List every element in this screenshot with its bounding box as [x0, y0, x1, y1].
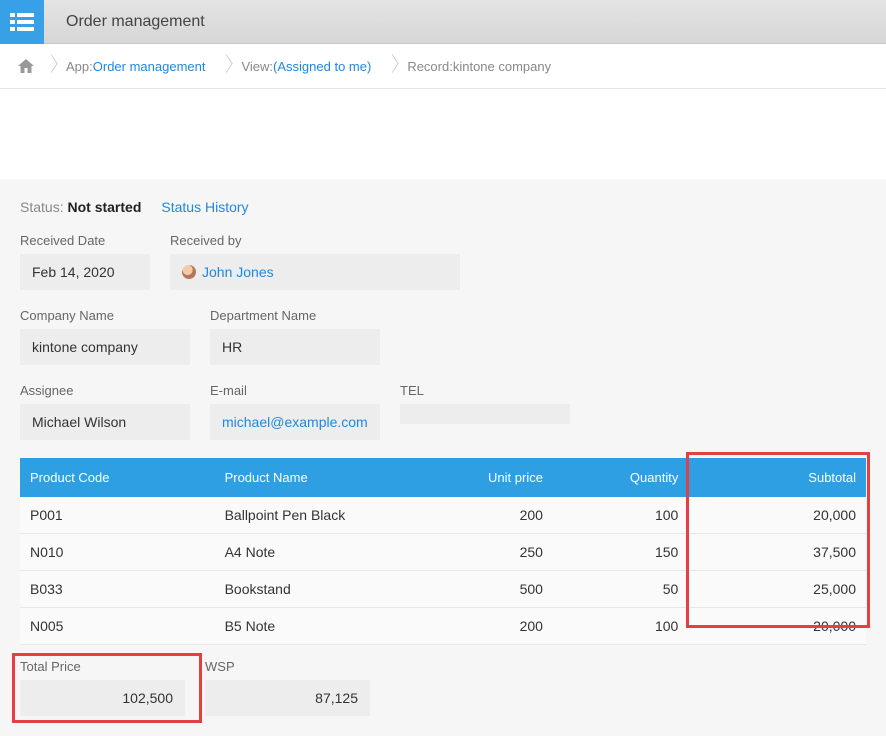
received-by-value[interactable]: John Jones	[170, 254, 460, 290]
department-name-value: HR	[210, 329, 380, 365]
received-date-value: Feb 14, 2020	[20, 254, 150, 290]
app-icon[interactable]	[0, 0, 44, 44]
cell-code: P001	[20, 497, 215, 534]
email-value[interactable]: michael@example.com	[210, 404, 380, 440]
field-received-by: Received by John Jones	[170, 233, 460, 290]
chevron-right-icon	[46, 54, 54, 78]
col-product-name: Product Name	[215, 458, 418, 497]
status-label: Status:	[20, 199, 64, 215]
cell-quantity: 50	[553, 571, 688, 608]
wsp-value: 87,125	[205, 680, 370, 716]
field-email: E-mail michael@example.com	[210, 383, 380, 440]
cell-quantity: 100	[553, 608, 688, 645]
field-company-name: Company Name kintone company	[20, 308, 190, 365]
breadcrumb-app-link[interactable]: Order management	[93, 59, 206, 74]
field-wsp: WSP 87,125	[205, 659, 370, 716]
cell-name: Bookstand	[215, 571, 418, 608]
received-date-label: Received Date	[20, 233, 150, 248]
breadcrumb-view[interactable]: View: (Assigned to me)	[235, 54, 381, 78]
table-row: N010 A4 Note 250 150 37,500	[20, 534, 866, 571]
cell-quantity: 150	[553, 534, 688, 571]
wsp-label: WSP	[205, 659, 370, 674]
tel-value	[400, 404, 570, 424]
col-subtotal: Subtotal	[688, 458, 866, 497]
field-tel: TEL	[400, 383, 570, 440]
status-row: Status: Not started Status History	[20, 199, 866, 233]
status-history-link[interactable]: Status History	[161, 199, 248, 215]
cell-code: B033	[20, 571, 215, 608]
chevron-right-icon	[221, 54, 229, 78]
breadcrumb-record: Record: kintone company	[401, 54, 561, 78]
department-name-label: Department Name	[210, 308, 380, 323]
cell-unit-price: 250	[418, 534, 553, 571]
table-header-row: Product Code Product Name Unit price Qua…	[20, 458, 866, 497]
received-by-label: Received by	[170, 233, 460, 248]
breadcrumb-record-prefix: Record:	[407, 59, 453, 74]
assignee-label: Assignee	[20, 383, 190, 398]
products-table: Product Code Product Name Unit price Qua…	[20, 458, 866, 645]
table-row: B033 Bookstand 500 50 25,000	[20, 571, 866, 608]
company-name-value: kintone company	[20, 329, 190, 365]
home-icon[interactable]	[18, 59, 34, 73]
total-price-label: Total Price	[20, 659, 185, 674]
cell-unit-price: 200	[418, 608, 553, 645]
cell-subtotal: 20,000	[688, 608, 866, 645]
breadcrumb-view-link[interactable]: (Assigned to me)	[273, 59, 371, 74]
breadcrumb-app[interactable]: App: Order management	[60, 54, 215, 78]
cell-subtotal: 37,500	[688, 534, 866, 571]
toolbar-spacer	[0, 89, 886, 179]
cell-unit-price: 200	[418, 497, 553, 534]
field-department-name: Department Name HR	[210, 308, 380, 365]
cell-subtotal: 25,000	[688, 571, 866, 608]
breadcrumb-record-name: kintone company	[453, 59, 551, 74]
cell-subtotal: 20,000	[688, 497, 866, 534]
status-value: Not started	[67, 199, 141, 215]
table-row: N005 B5 Note 200 100 20,000	[20, 608, 866, 645]
col-quantity: Quantity	[553, 458, 688, 497]
cell-name: B5 Note	[215, 608, 418, 645]
field-total-price: Total Price 102,500	[20, 659, 185, 716]
col-product-code: Product Code	[20, 458, 215, 497]
chevron-right-icon	[387, 54, 395, 78]
products-table-wrap: Product Code Product Name Unit price Qua…	[20, 458, 866, 645]
cell-code: N010	[20, 534, 215, 571]
breadcrumb-view-prefix: View:	[241, 59, 273, 74]
col-unit-price: Unit price	[418, 458, 553, 497]
total-price-value: 102,500	[20, 680, 185, 716]
breadcrumb: App: Order management View: (Assigned to…	[0, 44, 886, 89]
cell-name: A4 Note	[215, 534, 418, 571]
table-row: P001 Ballpoint Pen Black 200 100 20,000	[20, 497, 866, 534]
cell-quantity: 100	[553, 497, 688, 534]
received-by-name: John Jones	[202, 264, 274, 280]
field-assignee: Assignee Michael Wilson	[20, 383, 190, 440]
breadcrumb-app-prefix: App:	[66, 59, 93, 74]
field-received-date: Received Date Feb 14, 2020	[20, 233, 150, 290]
cell-name: Ballpoint Pen Black	[215, 497, 418, 534]
avatar-icon	[182, 265, 196, 279]
cell-unit-price: 500	[418, 571, 553, 608]
assignee-value: Michael Wilson	[20, 404, 190, 440]
record-content: Status: Not started Status History Recei…	[0, 179, 886, 736]
totals-row: Total Price 102,500 WSP 87,125	[20, 659, 866, 716]
tel-label: TEL	[400, 383, 570, 398]
company-name-label: Company Name	[20, 308, 190, 323]
email-label: E-mail	[210, 383, 380, 398]
app-header: Order management	[0, 0, 886, 44]
cell-code: N005	[20, 608, 215, 645]
app-title: Order management	[44, 13, 205, 31]
